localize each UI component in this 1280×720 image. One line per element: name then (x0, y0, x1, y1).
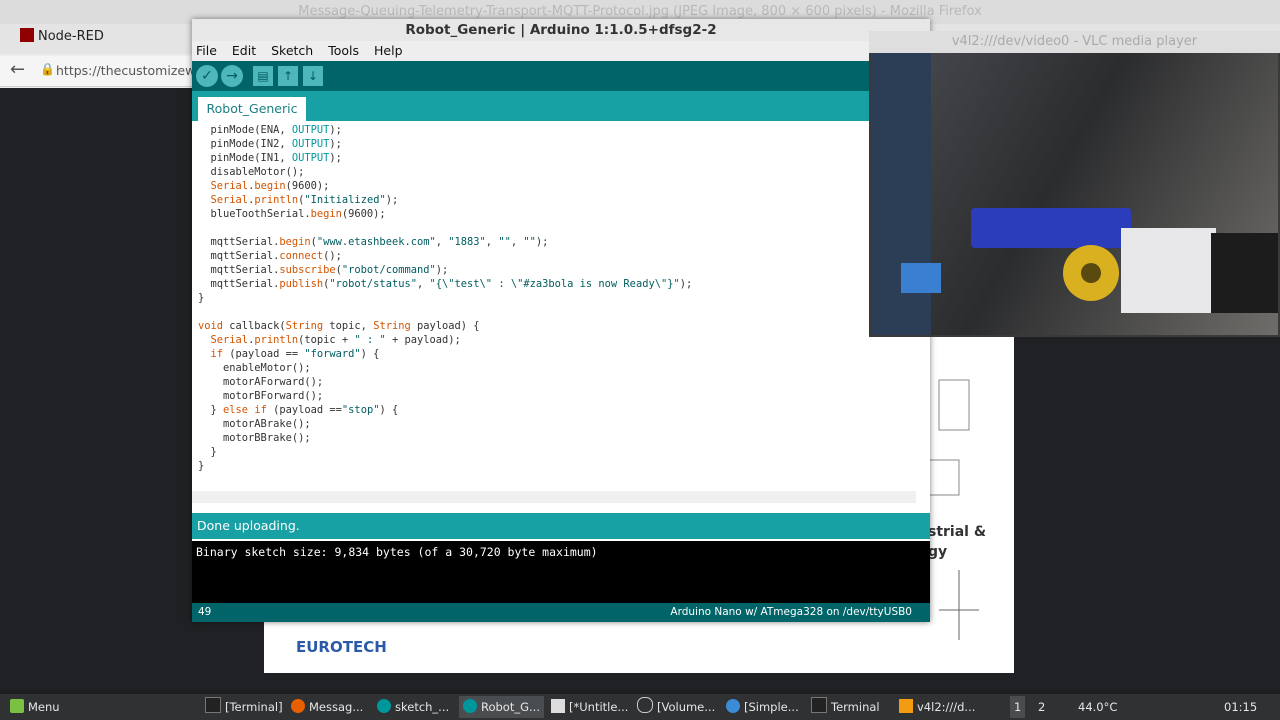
verify-button[interactable]: ✓ (196, 65, 218, 87)
task-terminal-1[interactable]: [Terminal] (201, 696, 287, 718)
menu-help[interactable]: Help (374, 43, 403, 58)
terminal-icon (205, 697, 221, 713)
slide-text-line: strial & (928, 524, 987, 540)
arduino-window: Robot_Generic | Arduino 1:1.0.5+dfsg2-2 … (192, 19, 930, 622)
vlc-title: v4l2:///dev/video0 - VLC media player (869, 31, 1280, 53)
code-text: pinMode(ENA, OUTPUT); pinMode(IN2, OUTPU… (198, 124, 693, 472)
task-label: [Terminal] (225, 700, 283, 714)
status-text: Done uploading. (197, 518, 300, 533)
task-robot-generic[interactable]: Robot_G... (459, 696, 544, 718)
lock-icon: 🔒 (40, 62, 55, 76)
firefox-tab-node-red[interactable]: Node-RED (20, 28, 104, 44)
task-label: [*Untitle... (569, 700, 629, 714)
taskbar: Menu [Terminal] Messag... sketch_... Rob… (0, 694, 1280, 720)
mint-logo-icon (10, 699, 24, 713)
console-output: Binary sketch size: 9,834 bytes (of a 30… (192, 541, 930, 603)
arduino-icon (377, 699, 391, 713)
task-label: sketch_... (395, 700, 450, 714)
task-simple[interactable]: [Simple... (722, 696, 803, 718)
console-text: Binary sketch size: 9,834 bytes (of a 30… (196, 545, 598, 559)
task-untitled[interactable]: [*Untitle... (547, 696, 632, 718)
eurotech-logo: EUROTECH (296, 638, 387, 656)
globe-icon (726, 699, 740, 713)
url-input[interactable]: https://thecustomizewin (56, 63, 207, 78)
temperature: 44.0°C (1078, 700, 1118, 714)
upload-button[interactable]: → (221, 65, 243, 87)
task-label: [Volume... (657, 700, 716, 714)
task-label: v4l2:///d... (917, 700, 976, 714)
task-volume[interactable]: [Volume... (633, 696, 719, 718)
open-button[interactable]: ↑ (278, 66, 298, 86)
task-label: [Simple... (744, 700, 799, 714)
node-red-icon (20, 28, 34, 42)
robot-video-frame (871, 53, 1278, 335)
status-bar: Done uploading. (192, 513, 930, 539)
back-icon[interactable]: ← (10, 59, 25, 80)
task-vlc[interactable]: v4l2:///d... (895, 696, 979, 718)
workspace-2[interactable]: 2 (1034, 696, 1049, 718)
arduino-footer: 49 Arduino Nano w/ ATmega328 on /dev/tty… (192, 603, 930, 622)
horizontal-scrollbar[interactable] (192, 491, 916, 503)
workspace-1[interactable]: 1 (1010, 696, 1026, 718)
menu-file[interactable]: File (196, 43, 217, 58)
task-firefox[interactable]: Messag... (287, 696, 367, 718)
start-menu-button[interactable]: Menu (6, 696, 64, 718)
firefox-icon (291, 699, 305, 713)
line-number: 49 (198, 606, 212, 618)
board-info: Arduino Nano w/ ATmega328 on /dev/ttyUSB… (670, 606, 912, 618)
task-terminal-2[interactable]: Terminal (807, 696, 884, 718)
task-sketch[interactable]: sketch_... (373, 696, 453, 718)
task-label: Messag... (309, 700, 364, 714)
slide-text-line: gy (928, 544, 948, 560)
firefox-tab-label: Node-RED (38, 29, 104, 44)
editor-icon (551, 699, 565, 713)
terminal-icon (811, 697, 827, 713)
save-button[interactable]: ↓ (303, 66, 323, 86)
vlc-window: v4l2:///dev/video0 - VLC media player (869, 31, 1280, 337)
start-menu-label: Menu (28, 700, 60, 714)
new-button[interactable]: ▤ (253, 66, 273, 86)
clock: 01:15 (1224, 700, 1258, 714)
tab-robot-generic[interactable]: Robot_Generic (198, 97, 306, 121)
menu-tools[interactable]: Tools (328, 43, 359, 58)
vlc-video (871, 53, 1278, 335)
arduino-menu-bar: File Edit Sketch Tools Help (192, 41, 930, 61)
code-editor[interactable]: pinMode(ENA, OUTPUT); pinMode(IN2, OUTPU… (192, 121, 916, 491)
slide-text: strial & gy (928, 522, 986, 562)
vlc-icon (899, 699, 913, 713)
slide-illustration (928, 379, 979, 640)
task-label: Robot_G... (481, 700, 540, 714)
arduino-title: Robot_Generic | Arduino 1:1.0.5+dfsg2-2 (192, 19, 930, 41)
arduino-toolbar: ✓ → ▤ ↑ ↓ (192, 61, 930, 91)
arduino-icon (463, 699, 477, 713)
menu-sketch[interactable]: Sketch (271, 43, 313, 58)
menu-edit[interactable]: Edit (232, 43, 256, 58)
volume-icon (637, 697, 653, 713)
task-label: Terminal (831, 700, 880, 714)
